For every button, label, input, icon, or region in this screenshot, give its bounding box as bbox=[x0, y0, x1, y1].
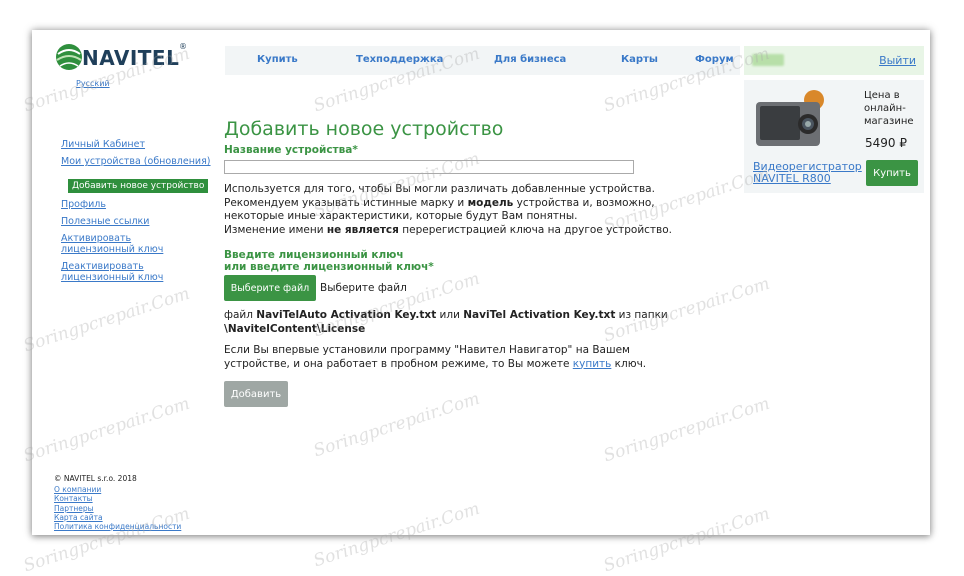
footer-link-sitemap[interactable]: Карта сайта bbox=[54, 513, 234, 522]
trial-post: ключ. bbox=[611, 357, 647, 370]
dashcam-product-image[interactable] bbox=[752, 88, 828, 156]
device-name-label: Название устройства* bbox=[224, 144, 358, 156]
file-picker: Выберите файл Выберите файл bbox=[224, 275, 694, 301]
footer-link-about[interactable]: О компании bbox=[54, 485, 234, 494]
nav-forum[interactable]: Форум bbox=[695, 54, 734, 65]
logo-registered-mark: ® bbox=[179, 42, 187, 51]
add-device-button[interactable]: Добавить bbox=[224, 381, 288, 407]
logo-text: NAVITEL bbox=[82, 46, 180, 70]
sidebar-item-links[interactable]: Полезные ссылки bbox=[61, 216, 221, 227]
file-info-text: файл NaviTelAuto Activation Key.txt или … bbox=[224, 309, 694, 336]
license-key-label: Введите лицензионный ключ или введите ли… bbox=[224, 249, 694, 273]
page-title: Добавить новое устройство bbox=[224, 118, 504, 140]
logout-link[interactable]: Выйти bbox=[879, 54, 916, 67]
license-key-label-2: или введите лицензионный ключ* bbox=[224, 261, 434, 273]
footer-link-privacy[interactable]: Политика конфиденциальности bbox=[54, 522, 234, 531]
file-status: Выберите файл bbox=[320, 282, 407, 294]
price-value: 5490 ₽ bbox=[865, 136, 907, 150]
nav-business[interactable]: Для бизнеса bbox=[494, 54, 566, 65]
file-info-pre: файл bbox=[224, 309, 257, 321]
file-name-navitel: NaviTel Activation Key.txt bbox=[463, 309, 616, 321]
browser-page: NAVITEL ® Русский Купить Техподдержка Дл… bbox=[32, 30, 930, 535]
choose-file-button[interactable]: Выберите файл bbox=[224, 275, 316, 301]
nav-maps[interactable]: Карты bbox=[621, 54, 658, 65]
nav-buy[interactable]: Купить bbox=[257, 54, 298, 65]
sidebar-item-profile[interactable]: Профиль bbox=[61, 199, 221, 210]
sidebar: Личный Кабинет Мои устройства (обновлени… bbox=[61, 139, 221, 289]
file-name-auto: NaviTelAuto Activation Key.txt bbox=[256, 309, 437, 321]
nav-support[interactable]: Техподдержка bbox=[356, 54, 443, 65]
folder-path: \NavitelContent\License bbox=[224, 322, 366, 335]
top-navigation: Купить Техподдержка Для бизнеса Карты Фо… bbox=[225, 46, 740, 75]
desc-line-3-bold: не является bbox=[326, 223, 399, 236]
user-name-blurred[interactable] bbox=[752, 54, 784, 66]
file-info-mid: или bbox=[436, 309, 464, 321]
language-selector[interactable]: Русский bbox=[76, 79, 110, 88]
sidebar-item-account[interactable]: Личный Кабинет bbox=[61, 139, 221, 150]
footer-link-partners[interactable]: Партнеры bbox=[54, 504, 234, 513]
trial-info-text: Если Вы впервые установили программу "На… bbox=[224, 344, 694, 371]
sidebar-item-activate-key[interactable]: Активировать лицензионный ключ bbox=[61, 233, 196, 255]
description-text: Используется для того, чтобы Вы могли ра… bbox=[224, 183, 694, 237]
license-key-label-1: Введите лицензионный ключ bbox=[224, 249, 404, 261]
sidebar-item-my-devices[interactable]: Мои устройства (обновления) bbox=[61, 156, 221, 167]
trial-pre: Если Вы впервые установили программу "На… bbox=[224, 344, 630, 370]
product-name-link[interactable]: Видеорегистратор NAVITEL R800 bbox=[753, 161, 863, 185]
footer-link-contacts[interactable]: Контакты bbox=[54, 494, 234, 503]
footer: © NAVITEL s.r.o. 2018 О компании Контакт… bbox=[54, 474, 234, 531]
desc-line-1: Используется для того, чтобы Вы могли ра… bbox=[224, 183, 655, 195]
main-content: Добавить новое устройство Название устро… bbox=[224, 118, 694, 407]
sidebar-item-deactivate-key[interactable]: Деактивировать лицензионный ключ bbox=[61, 261, 206, 283]
file-info-mid2: из папки bbox=[615, 309, 668, 321]
globe-logo-icon bbox=[56, 44, 82, 70]
desc-line-2-bold: модель bbox=[467, 196, 514, 209]
desc-line-3-pre: Изменение имени bbox=[224, 223, 327, 236]
device-name-input[interactable] bbox=[224, 159, 634, 174]
copyright: © NAVITEL s.r.o. 2018 bbox=[54, 474, 137, 483]
sidebar-item-add-device[interactable]: Добавить новое устройство bbox=[68, 179, 209, 193]
user-bar: Выйти bbox=[744, 46, 924, 75]
desc-line-3-post: перерегистрацией ключа на другое устройс… bbox=[398, 223, 672, 236]
desc-line-2-pre: Рекомендуем указывать истинные марку и bbox=[224, 196, 468, 209]
buy-key-link[interactable]: купить bbox=[573, 358, 612, 370]
buy-product-button[interactable]: Купить bbox=[866, 160, 918, 186]
product-promo: Цена в онлайн-магазине 5490 ₽ Видеорегис… bbox=[744, 80, 924, 193]
price-label: Цена в онлайн-магазине bbox=[864, 90, 914, 127]
